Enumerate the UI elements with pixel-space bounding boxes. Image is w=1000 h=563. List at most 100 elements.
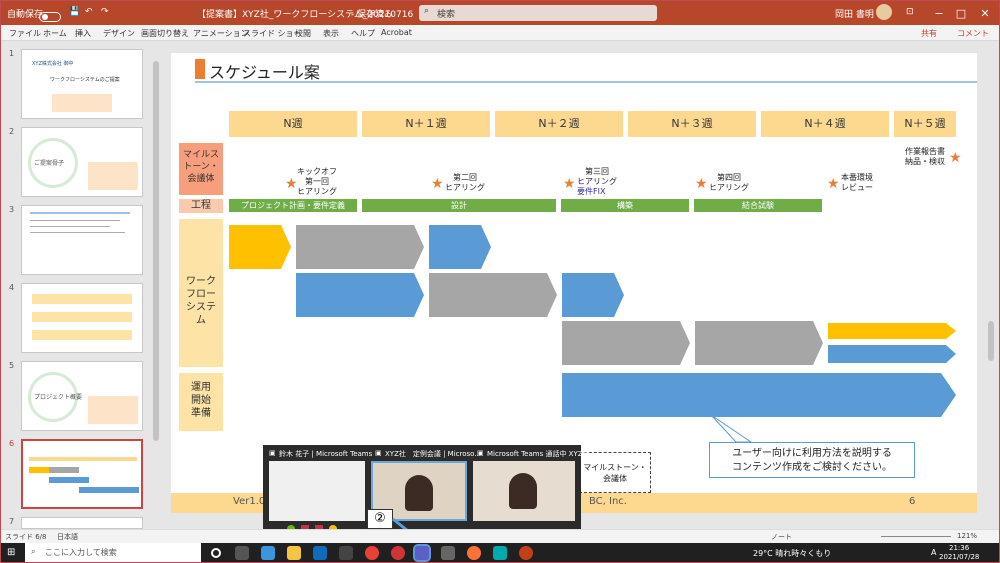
thumb-title: プロジェクト概要 bbox=[34, 394, 83, 401]
zoom-level[interactable]: 121% bbox=[957, 532, 977, 540]
thumb-illustration bbox=[88, 162, 138, 190]
weather-text[interactable]: 29°C 晴れ時々くもり bbox=[753, 548, 831, 559]
tab-acrobat[interactable]: Acrobat bbox=[381, 28, 412, 37]
thumb-bar bbox=[49, 477, 89, 483]
tab-insert[interactable]: 挿入 bbox=[75, 28, 91, 39]
arrow-yellow-2 bbox=[828, 323, 956, 339]
footer-version: Ver1.0 bbox=[233, 496, 266, 507]
preview-window-1[interactable] bbox=[269, 461, 365, 521]
arrow-blue-4 bbox=[828, 345, 956, 363]
redo-icon[interactable]: ↷ bbox=[101, 7, 109, 17]
tab-transitions[interactable]: 画面切り替え bbox=[141, 28, 189, 39]
callout-note[interactable]: ユーザー向けに利用方法を説明する コンテンツ作成をご検討ください。 bbox=[709, 442, 915, 478]
slide-thumb-7[interactable] bbox=[21, 517, 143, 529]
thumb-line bbox=[30, 232, 125, 233]
tab-view[interactable]: 表示 bbox=[323, 28, 339, 39]
maximize-button[interactable]: □ bbox=[951, 7, 971, 20]
thumb-number: 2 bbox=[9, 127, 15, 136]
thumb-line bbox=[30, 220, 120, 221]
autosave-label: 自動保存 bbox=[7, 10, 44, 20]
user-name[interactable]: 岡田 書明 bbox=[835, 7, 874, 20]
thumb-title: ワークフローシステムのご提案 bbox=[50, 77, 120, 83]
thumb-number: 3 bbox=[9, 205, 15, 214]
search-icon: ⌕ bbox=[31, 547, 36, 556]
taskbar-search[interactable]: ⌕ ここに入力して検索 bbox=[25, 543, 201, 562]
tab-file[interactable]: ファイル bbox=[9, 28, 41, 39]
thumb-bar bbox=[49, 467, 79, 473]
save-icon[interactable]: 💾 bbox=[69, 7, 80, 17]
arrow-blue-3 bbox=[562, 273, 624, 317]
tab-slideshow[interactable]: スライド ショー bbox=[243, 28, 302, 39]
taskbar: ⊞ ⌕ ここに入力して検索 29°C 晴れ時々くもり A 21:36 2021/… bbox=[1, 543, 999, 562]
windows-start-icon[interactable]: ⊞ bbox=[7, 547, 15, 558]
slide-thumb-6[interactable] bbox=[21, 439, 143, 509]
status-bar: スライド 6/8 日本語 ノート 121% bbox=[1, 529, 999, 543]
close-button[interactable]: ✕ bbox=[975, 7, 995, 20]
thumbnail-scrollbar[interactable] bbox=[151, 41, 161, 529]
comment-button[interactable]: コメント bbox=[957, 28, 989, 39]
firefox-icon[interactable] bbox=[467, 546, 481, 560]
tab-animations[interactable]: アニメーション bbox=[193, 28, 249, 39]
notes-button[interactable]: ノート bbox=[771, 532, 792, 542]
thumb-number: 4 bbox=[9, 283, 15, 292]
slide-thumb-1[interactable]: XYZ株式会社 御中 ワークフローシステムのご提案 bbox=[21, 49, 143, 119]
slide-thumb-2[interactable]: ご提案骨子 bbox=[21, 127, 143, 197]
preview-title-3[interactable]: Microsoft Teams 通話中 XYZ社... bbox=[487, 449, 596, 459]
chrome-icon[interactable] bbox=[365, 546, 379, 560]
clock-time[interactable]: 21:36 bbox=[949, 544, 969, 552]
slide-thumb-4[interactable] bbox=[21, 283, 143, 353]
undo-icon[interactable]: ↶ bbox=[85, 7, 93, 17]
store-icon[interactable] bbox=[339, 546, 353, 560]
powerpoint-icon[interactable] bbox=[519, 546, 533, 560]
search-placeholder: 検索 bbox=[437, 10, 456, 20]
arrow-gray-2 bbox=[429, 273, 557, 317]
app-icon[interactable] bbox=[391, 546, 405, 560]
scroll-thumb[interactable] bbox=[153, 61, 159, 441]
thumb-illustration bbox=[52, 94, 112, 112]
outlook-icon[interactable] bbox=[313, 546, 327, 560]
cortana-icon[interactable] bbox=[211, 548, 221, 558]
slide-thumb-5[interactable]: プロジェクト概要 bbox=[21, 361, 143, 431]
footer-page-number: 6 bbox=[909, 496, 916, 507]
edge-icon[interactable] bbox=[261, 546, 275, 560]
tab-design[interactable]: デザイン bbox=[103, 28, 135, 39]
save-state: - 保存済み bbox=[351, 10, 394, 20]
terminal-icon[interactable] bbox=[493, 546, 507, 560]
task-view-icon[interactable] bbox=[235, 546, 249, 560]
arrow-blue-2 bbox=[296, 273, 424, 317]
search-icon: ⌕ bbox=[424, 6, 430, 16]
search-box[interactable]: ⌕ 検索 bbox=[419, 5, 657, 21]
canvas-scrollbar[interactable] bbox=[983, 41, 999, 529]
arrow-blue-5 bbox=[562, 373, 956, 417]
ime-indicator[interactable]: A bbox=[931, 548, 936, 557]
explorer-icon[interactable] bbox=[287, 546, 301, 560]
preview-title-2[interactable]: XYZ社 定例会議 | Microso... bbox=[385, 449, 481, 459]
app-icon[interactable] bbox=[441, 546, 455, 560]
thumbnail-pane: 1 XYZ株式会社 御中 ワークフローシステムのご提案 2 ご提案骨子 3 4 … bbox=[1, 41, 151, 529]
ribbon-display-icon[interactable]: ⊡ bbox=[906, 7, 914, 17]
tab-home[interactable]: ホーム bbox=[43, 28, 67, 39]
teams-icon: ▣ bbox=[269, 449, 276, 457]
arrow-blue-1 bbox=[429, 225, 491, 269]
person-video bbox=[405, 475, 433, 511]
thumb-line bbox=[30, 212, 130, 214]
arrow-yellow-1 bbox=[229, 225, 291, 269]
zoom-slider[interactable] bbox=[881, 536, 951, 537]
tab-review[interactable]: 校閲 bbox=[295, 28, 311, 39]
footer-company: BC, Inc. bbox=[589, 496, 627, 507]
thumb-box bbox=[32, 294, 132, 304]
thumb-number: 5 bbox=[9, 361, 15, 370]
share-button[interactable]: 共有 bbox=[921, 28, 937, 39]
teams-icon: ▣ bbox=[477, 449, 484, 457]
minimize-button[interactable]: − bbox=[929, 7, 949, 20]
taskbar-search-placeholder: ここに入力して検索 bbox=[45, 548, 117, 557]
slide-thumb-3[interactable] bbox=[21, 205, 143, 275]
scroll-thumb[interactable] bbox=[988, 321, 994, 361]
language[interactable]: 日本語 bbox=[57, 532, 78, 542]
clock-date[interactable]: 2021/07/28 bbox=[939, 553, 979, 561]
preview-title-1[interactable]: 鈴木 花子 | Microsoft Teams bbox=[279, 449, 372, 459]
tab-help[interactable]: ヘルプ bbox=[351, 28, 375, 39]
teams-icon[interactable] bbox=[413, 544, 431, 562]
avatar[interactable] bbox=[876, 4, 892, 20]
preview-window-3[interactable] bbox=[473, 461, 575, 521]
